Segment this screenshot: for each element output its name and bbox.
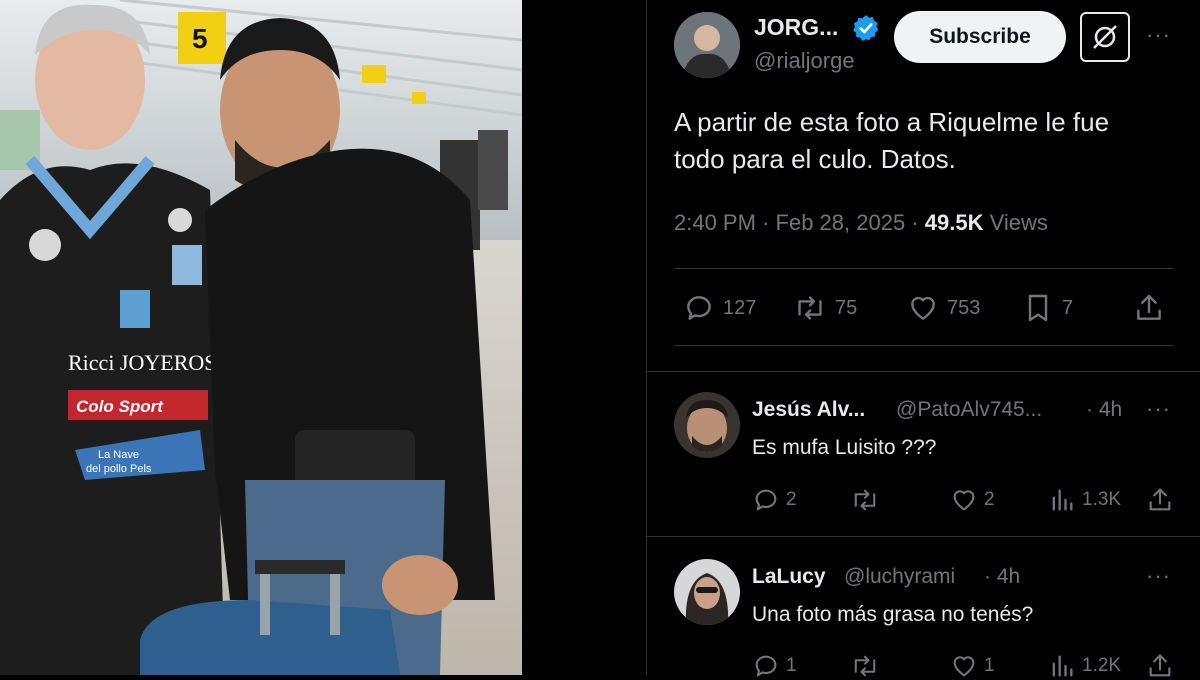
meta-separator: · — [911, 210, 925, 235]
reply-author-name[interactable]: Jesús Alv... — [752, 398, 865, 422]
verified-badge-icon — [853, 15, 879, 41]
heart-icon — [911, 296, 935, 320]
reply-author-handle[interactable]: @PatoAlv745... — [896, 398, 1042, 422]
views-count: 1.2K — [1082, 655, 1122, 676]
photo-illustration: 5 Ricci JOYEROS Colo Sport La Nave del p… — [0, 0, 522, 675]
sponsor-colo-sport: Colo Sport — [76, 397, 164, 416]
reply-author-handle[interactable]: @luchyrami — [844, 565, 955, 589]
reply-avatar[interactable] — [674, 392, 740, 458]
repost-button[interactable]: 75 — [793, 292, 857, 324]
views-button[interactable]: 1.2K — [1048, 652, 1121, 680]
reply-avatar[interactable] — [674, 559, 740, 625]
bookmark-button[interactable]: 7 — [1022, 292, 1073, 324]
repost-icon — [854, 655, 876, 677]
reply-icon — [755, 489, 777, 511]
reply-button[interactable]: 2 — [752, 486, 797, 514]
reply-age[interactable]: · 4h — [1086, 398, 1122, 422]
bookmark-icon — [1028, 294, 1048, 322]
tweet-text: A partir de esta foto a Riquelme le fue … — [674, 104, 1174, 178]
reply-icon — [755, 655, 777, 677]
analytics-icon — [1052, 489, 1073, 511]
share-icon — [1137, 294, 1161, 320]
repost-icon — [854, 489, 876, 511]
sponsor-nave-2: del pollo Pels — [86, 463, 152, 475]
tweet-date[interactable]: Feb 28, 2025 — [776, 210, 906, 235]
like-count: 753 — [947, 296, 981, 319]
reply-author-name[interactable]: LaLucy — [752, 565, 826, 589]
share-button[interactable] — [1146, 486, 1174, 514]
views-button[interactable]: 1.3K — [1048, 486, 1121, 514]
reply-button[interactable]: 1 — [752, 652, 797, 680]
subscribe-button[interactable]: Subscribe — [894, 11, 1066, 63]
grok-icon — [1093, 25, 1117, 49]
analytics-icon — [1052, 655, 1073, 677]
gate-sign-text: 5 — [192, 23, 208, 54]
tweet-text-line1: A partir de esta foto a Riquelme le fue — [674, 107, 1110, 137]
reply-icon — [687, 296, 711, 320]
divider — [674, 345, 1174, 346]
tweet-text-line2: todo para el culo. Datos. — [674, 144, 956, 174]
more-options-icon[interactable]: ··· — [1146, 563, 1171, 589]
reply-count: 1 — [786, 655, 797, 676]
share-icon — [1149, 488, 1171, 511]
reply-age[interactable]: · 4h — [984, 565, 1020, 589]
share-button[interactable] — [1146, 652, 1174, 680]
sponsor-nave-1: La Nave — [98, 449, 139, 461]
heart-icon — [953, 656, 975, 677]
like-count: 2 — [984, 489, 995, 510]
tweet-photo[interactable]: 5 Ricci JOYEROS Colo Sport La Nave del p… — [0, 0, 522, 675]
views-label: Views — [989, 210, 1048, 235]
author-handle[interactable]: @rialjorge — [754, 48, 855, 74]
like-count: 1 — [984, 655, 995, 676]
tweet-meta: 2:40 PM · Feb 28, 2025 · 49.5K Views — [674, 210, 1048, 236]
sponsor-ricci: Ricci JOYEROS — [68, 350, 217, 375]
reply-button[interactable]: 127 — [683, 292, 756, 324]
grok-button[interactable] — [1080, 12, 1130, 62]
views-count: 1.3K — [1082, 489, 1122, 510]
more-options-icon[interactable]: ··· — [1146, 22, 1171, 48]
like-button[interactable]: 2 — [950, 486, 995, 514]
divider — [674, 268, 1174, 269]
reply-count: 2 — [786, 489, 797, 510]
reply-count: 127 — [723, 296, 757, 319]
author-name[interactable]: JORG... — [754, 14, 838, 41]
share-icon — [1149, 654, 1171, 677]
bookmark-count: 7 — [1062, 296, 1074, 319]
tweet-time[interactable]: 2:40 PM — [674, 210, 756, 235]
divider — [646, 371, 1200, 372]
repost-icon — [798, 296, 822, 320]
more-options-icon[interactable]: ··· — [1146, 396, 1171, 422]
page-gap — [522, 0, 646, 675]
reply-text: Una foto más grasa no tenés? — [752, 603, 1034, 626]
repost-button[interactable] — [850, 652, 880, 680]
views-count: 49.5K — [924, 210, 984, 235]
reply-text: Es mufa Luisito ??? — [752, 436, 937, 459]
heart-icon — [953, 490, 975, 511]
like-button[interactable]: 1 — [950, 652, 995, 680]
repost-button[interactable] — [850, 486, 880, 514]
share-button[interactable] — [1133, 292, 1165, 324]
meta-separator: · — [762, 210, 776, 235]
divider — [646, 536, 1200, 537]
repost-count: 75 — [835, 296, 858, 319]
author-avatar[interactable] — [674, 12, 740, 78]
like-button[interactable]: 753 — [907, 292, 980, 324]
